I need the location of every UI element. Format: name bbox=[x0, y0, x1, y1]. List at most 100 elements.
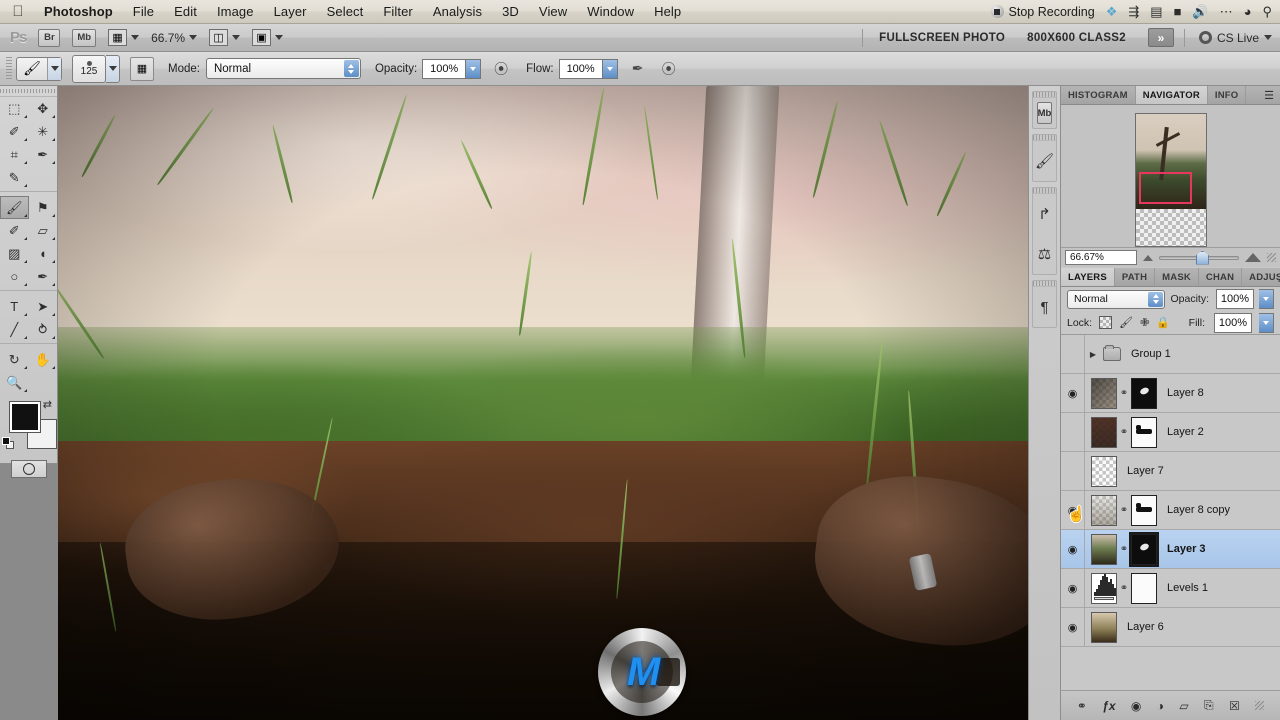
options-bar-grip[interactable] bbox=[6, 56, 12, 81]
layer-blend-mode-select[interactable]: Normal bbox=[1067, 289, 1166, 309]
move-tool[interactable]: ✥ bbox=[29, 97, 58, 120]
opacity-input[interactable]: 100% bbox=[422, 58, 467, 79]
menu-help[interactable]: Help bbox=[644, 2, 691, 21]
battery-icon[interactable]: ■ bbox=[1174, 5, 1182, 18]
spotlight-search-icon[interactable]: ⚲ bbox=[1262, 5, 1272, 18]
line-tool[interactable]: ╱ bbox=[0, 318, 29, 341]
healing-brush-tool[interactable]: ✎ bbox=[0, 166, 29, 189]
layer-thumbnail[interactable] bbox=[1091, 572, 1117, 604]
slider-handle[interactable] bbox=[1195, 250, 1209, 265]
mask-link-icon[interactable]: ⚭ bbox=[1117, 544, 1131, 555]
menu-view[interactable]: View bbox=[529, 2, 577, 21]
bluetooth-icon[interactable]: ⋯ bbox=[1220, 5, 1233, 18]
brush-tool[interactable]: 🖌 bbox=[0, 196, 29, 219]
new-adjustment-layer-icon[interactable]: ◑ bbox=[1157, 699, 1164, 713]
airplay-icon[interactable]: ⇶ bbox=[1128, 5, 1139, 18]
wifi-icon[interactable]: ◕ bbox=[1244, 5, 1252, 18]
new-layer-icon[interactable]: ⎘ bbox=[1204, 698, 1214, 713]
tool-preset-picker[interactable]: 🖌 bbox=[16, 56, 62, 81]
lock-transparent-pixels-icon[interactable] bbox=[1099, 316, 1113, 329]
layer-thumbnail[interactable] bbox=[1091, 611, 1117, 643]
group-expand-arrow-icon[interactable]: ▶ bbox=[1085, 350, 1101, 359]
paragraph-icon[interactable]: ¶ bbox=[1033, 287, 1056, 327]
menu-window[interactable]: Window bbox=[577, 2, 644, 21]
marquee-tool[interactable]: ⬚ bbox=[0, 97, 29, 120]
navigator-zoom-input[interactable]: 66.67% bbox=[1065, 250, 1137, 265]
launch-bridge-button[interactable]: Br bbox=[38, 28, 61, 47]
dropbox-icon[interactable]: ❖ bbox=[1106, 5, 1118, 18]
layer-visibility-eye-icon[interactable]: ◉ bbox=[1061, 608, 1085, 646]
layer-visibility-eye-icon[interactable]: ◉ bbox=[1061, 569, 1085, 607]
screen-mode-button[interactable]: ▣ bbox=[252, 29, 284, 46]
lock-position-icon[interactable]: ✙ bbox=[1140, 316, 1149, 329]
table-row[interactable]: ◉ ⚭ Layer 8 copy ☝ bbox=[1061, 491, 1280, 530]
tab-masks[interactable]: MASK bbox=[1155, 268, 1199, 286]
table-row[interactable]: ◉ ⚭ Layer 8 bbox=[1061, 374, 1280, 413]
table-row[interactable]: Layer 7 bbox=[1061, 452, 1280, 491]
layer-visibility-off[interactable] bbox=[1061, 413, 1085, 451]
table-row[interactable]: ◉ ⚭ Layer 3 bbox=[1061, 530, 1280, 569]
lock-image-pixels-icon[interactable]: 🖌 bbox=[1119, 316, 1133, 329]
magic-wand-tool[interactable]: ✳ bbox=[29, 120, 58, 143]
new-group-icon[interactable]: ▱ bbox=[1179, 699, 1188, 713]
menu-layer[interactable]: Layer bbox=[264, 2, 317, 21]
layer-thumbnail[interactable] bbox=[1091, 416, 1117, 448]
menu-image[interactable]: Image bbox=[207, 2, 264, 21]
apple-logo-icon[interactable]:  bbox=[10, 3, 26, 21]
mask-link-icon[interactable]: ⚭ bbox=[1117, 427, 1131, 438]
cs-live-button[interactable]: CS Live bbox=[1198, 31, 1272, 45]
table-row[interactable]: ▶ Group 1 bbox=[1061, 335, 1280, 374]
navigator-thumbnail[interactable] bbox=[1134, 113, 1207, 247]
default-colors-icon[interactable] bbox=[2, 437, 15, 450]
panel-menu-icon[interactable]: ☰ bbox=[1258, 86, 1280, 104]
rotate-3d-tool[interactable]: ⥁ bbox=[29, 318, 58, 341]
dodge-tool[interactable]: ○ bbox=[0, 265, 29, 288]
opacity-chevron-down-icon[interactable] bbox=[466, 58, 482, 79]
layer-visibility-eye-icon[interactable]: ◉ bbox=[1061, 374, 1085, 412]
eyedropper-tool[interactable]: ✒ bbox=[29, 143, 58, 166]
brushes-icon[interactable]: 🖌 bbox=[1033, 141, 1056, 181]
menu-file[interactable]: File bbox=[123, 2, 164, 21]
navigator-preview[interactable] bbox=[1061, 105, 1280, 247]
layer-mask-thumbnail[interactable] bbox=[1131, 494, 1157, 526]
pressure-size-toggle-icon[interactable]: ⦿ bbox=[658, 58, 680, 80]
lasso-tool[interactable]: ✐ bbox=[0, 120, 29, 143]
layer-thumbnail[interactable] bbox=[1091, 377, 1117, 409]
view-extras-button[interactable]: ▦ bbox=[108, 29, 140, 46]
toggle-brush-panel-button[interactable]: ▦ bbox=[130, 56, 154, 81]
menu-analysis[interactable]: Analysis bbox=[423, 2, 492, 21]
brush-size-picker[interactable]: 125 bbox=[72, 54, 106, 83]
tools-palette-grip[interactable] bbox=[0, 86, 57, 97]
brush-preset-chevron-down-icon[interactable] bbox=[106, 54, 120, 83]
zoom-level-control[interactable]: 66.7% bbox=[151, 31, 198, 45]
layer-fill-input[interactable]: 100% bbox=[1214, 312, 1252, 333]
workspace-overflow-button[interactable]: » bbox=[1147, 28, 1174, 47]
delete-layer-icon[interactable]: ☒ bbox=[1229, 699, 1240, 713]
pen-tool[interactable]: ✒ bbox=[29, 265, 58, 288]
layer-mask-thumbnail[interactable] bbox=[1131, 533, 1157, 565]
pressure-opacity-toggle-icon[interactable]: ⦿ bbox=[490, 58, 512, 80]
eraser-tool[interactable]: ▱ bbox=[29, 219, 58, 242]
mask-link-icon[interactable]: ⚭ bbox=[1117, 583, 1131, 594]
navigator-view-box[interactable] bbox=[1138, 172, 1192, 204]
menu-photoshop[interactable]: Photoshop bbox=[34, 2, 123, 21]
mini-bridge-icon[interactable]: Mb bbox=[1037, 102, 1052, 124]
display-icon[interactable]: ▤ bbox=[1150, 5, 1162, 18]
layer-visibility-off[interactable] bbox=[1061, 452, 1085, 490]
document-canvas[interactable] bbox=[58, 86, 1028, 720]
layer-opacity-input[interactable]: 100% bbox=[1216, 289, 1254, 309]
menu-select[interactable]: Select bbox=[317, 2, 374, 21]
tab-layers[interactable]: LAYERS bbox=[1061, 268, 1115, 286]
menu-filter[interactable]: Filter bbox=[373, 2, 423, 21]
tab-histogram[interactable]: HISTOGRAM bbox=[1061, 86, 1136, 104]
zoom-tool[interactable]: 🔍 bbox=[0, 371, 29, 394]
dock-grip[interactable] bbox=[1033, 92, 1056, 98]
layer-fill-chevron-down-icon[interactable] bbox=[1259, 312, 1274, 333]
chevron-down-icon[interactable] bbox=[47, 57, 61, 80]
foreground-color-swatch[interactable] bbox=[10, 402, 40, 432]
blend-mode-select[interactable]: Normal bbox=[205, 58, 361, 79]
tab-adjustments[interactable]: ADJUŞ bbox=[1242, 268, 1280, 286]
clone-source-icon[interactable]: ⚖ bbox=[1033, 234, 1056, 274]
menu-3d[interactable]: 3D bbox=[492, 2, 529, 21]
zoom-out-icon[interactable] bbox=[1143, 254, 1153, 261]
